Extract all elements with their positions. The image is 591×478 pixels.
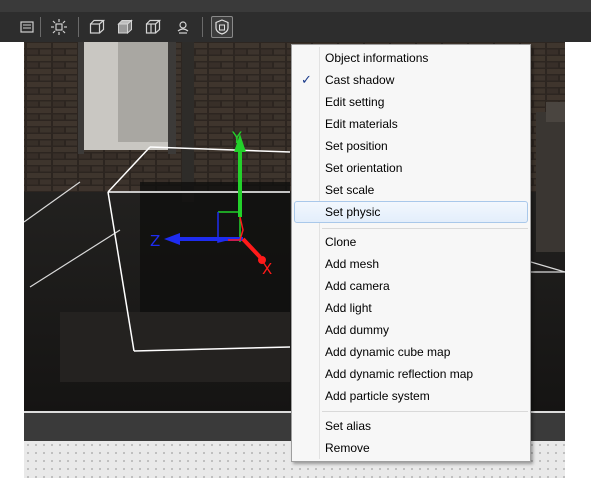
menu-item-label: Set physic bbox=[325, 205, 381, 219]
menu-item-add-particle-system[interactable]: Add particle system bbox=[294, 385, 528, 407]
menu-item-label: Set position bbox=[325, 139, 388, 153]
settings-icon[interactable] bbox=[174, 18, 192, 36]
menu-item-edit-setting[interactable]: Edit setting bbox=[294, 91, 528, 113]
menu-item-clone[interactable]: Clone bbox=[294, 231, 528, 253]
menu-item-add-dynamic-cube-map[interactable]: Add dynamic cube map bbox=[294, 341, 528, 363]
menu-item-label: Add particle system bbox=[325, 389, 430, 403]
gizmo-y-label: Y bbox=[232, 128, 242, 147]
textured-box-icon[interactable] bbox=[144, 18, 162, 36]
menu-item-label: Add dummy bbox=[325, 323, 390, 337]
gizmo-x-label: X bbox=[262, 260, 273, 278]
menu-item-label: Clone bbox=[325, 235, 357, 249]
menu-item-label: Add light bbox=[325, 301, 372, 315]
menu-item-set-physic[interactable]: Set physic bbox=[294, 201, 528, 223]
menu-item-label: Edit materials bbox=[325, 117, 398, 131]
light-icon[interactable] bbox=[50, 18, 68, 36]
list-icon[interactable] bbox=[18, 18, 36, 36]
menu-separator bbox=[322, 411, 528, 412]
toolbar-separator bbox=[202, 17, 203, 37]
menu-item-label: Object informations bbox=[325, 51, 429, 65]
toolbar-separator bbox=[78, 17, 79, 37]
menu-item-add-dummy[interactable]: Add dummy bbox=[294, 319, 528, 341]
menu-item-remove[interactable]: Remove bbox=[294, 437, 528, 459]
toolbar-separator bbox=[40, 17, 41, 37]
check-icon: ✓ bbox=[301, 72, 312, 87]
menu-item-label: Remove bbox=[325, 441, 370, 455]
menu-item-set-scale[interactable]: Set scale bbox=[294, 179, 528, 201]
menu-item-label: Add dynamic reflection map bbox=[325, 367, 474, 381]
menu-item-label: Set alias bbox=[325, 419, 372, 433]
menu-item-add-dynamic-reflection-map[interactable]: Add dynamic reflection map bbox=[294, 363, 528, 385]
right-margin bbox=[565, 42, 591, 478]
menu-item-label: Add mesh bbox=[325, 257, 380, 271]
solid-box-icon[interactable] bbox=[116, 18, 134, 36]
menu-item-set-position[interactable]: Set position bbox=[294, 135, 528, 157]
window-top-strip bbox=[0, 0, 591, 12]
menu-item-add-camera[interactable]: Add camera bbox=[294, 275, 528, 297]
menu-item-add-mesh[interactable]: Add mesh bbox=[294, 253, 528, 275]
menu-item-add-light[interactable]: Add light bbox=[294, 297, 528, 319]
context-menu: Object informations ✓ Cast shadow Edit s… bbox=[291, 44, 531, 462]
gizmo-z-label: Z bbox=[150, 232, 161, 250]
menu-item-label: Add dynamic cube map bbox=[325, 345, 451, 359]
menu-item-label: Cast shadow bbox=[325, 73, 395, 87]
menu-separator bbox=[322, 228, 528, 229]
menu-item-cast-shadow[interactable]: ✓ Cast shadow bbox=[294, 69, 528, 91]
menu-item-set-orientation[interactable]: Set orientation bbox=[294, 157, 528, 179]
menu-item-label: Set scale bbox=[325, 183, 375, 197]
menu-item-object-informations[interactable]: Object informations bbox=[294, 47, 528, 69]
menu-item-set-alias[interactable]: Set alias bbox=[294, 415, 528, 437]
menu-item-label: Set orientation bbox=[325, 161, 403, 175]
wire-box-icon[interactable] bbox=[88, 18, 106, 36]
menu-item-edit-materials[interactable]: Edit materials bbox=[294, 113, 528, 135]
viewport-toolbar bbox=[0, 12, 591, 43]
left-margin bbox=[0, 42, 24, 478]
menu-item-label: Edit setting bbox=[325, 95, 385, 109]
menu-item-label: Add camera bbox=[325, 279, 390, 293]
shield-cube-icon[interactable] bbox=[211, 16, 233, 38]
